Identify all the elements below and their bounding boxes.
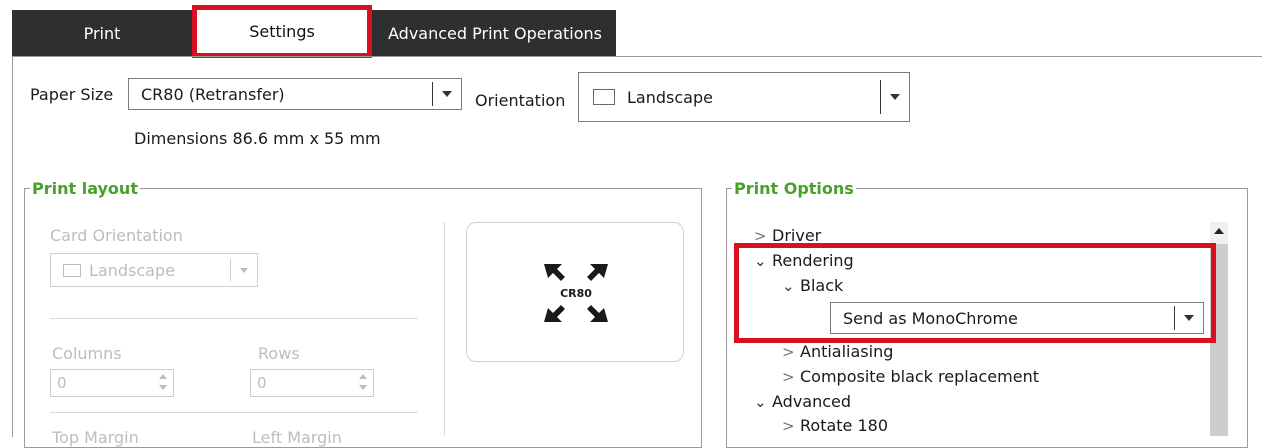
spin-down-icon[interactable] [359,385,367,390]
tree-item-antialiasing[interactable]: > Antialiasing [782,342,893,361]
tree-item-composite-black[interactable]: > Composite black replacement [782,367,1039,386]
chevron-down-icon[interactable] [433,91,461,97]
card-orientation-label: Card Orientation [50,226,183,245]
paper-size-value: CR80 (Retransfer) [141,84,285,104]
expand-icon: CR80 [544,264,608,322]
rows-value: 0 [257,374,267,392]
columns-label: Columns [52,344,122,363]
landscape-icon [593,89,615,105]
vertical-divider [444,222,445,436]
orientation-label: Orientation [475,91,566,110]
tab-print[interactable]: Print [12,10,192,56]
print-layout-title: Print layout [30,179,140,198]
tab-advanced-label: Advanced Print Operations [388,23,602,43]
card-size-label: CR80 [560,287,592,300]
orientation-value: Landscape [627,87,713,107]
scroll-up-icon[interactable] [1214,228,1224,234]
spin-up-icon[interactable] [159,374,167,379]
rows-label: Rows [258,344,300,363]
divider [50,412,418,413]
highlight-box [734,243,1216,343]
tab-settings[interactable]: Settings [192,5,372,58]
paper-size-label: Paper Size [30,85,114,104]
card-preview: CR80 [466,222,684,362]
spin-up-icon[interactable] [359,374,367,379]
landscape-icon [63,263,81,277]
tab-settings-label: Settings [249,22,315,41]
chevron-right-icon[interactable]: > [782,368,800,386]
orientation-select[interactable]: Landscape [578,72,910,122]
chevron-right-icon[interactable]: > [782,417,800,435]
paper-size-select[interactable]: CR80 (Retransfer) [128,78,462,110]
paper-dimensions: Dimensions 86.6 mm x 55 mm [134,129,381,148]
columns-value: 0 [57,374,67,392]
tab-advanced-print-operations[interactable]: Advanced Print Operations [374,10,616,56]
top-margin-label: Top Margin [52,428,139,447]
chevron-down-icon[interactable] [231,267,257,273]
card-orientation-value: Landscape [89,260,175,280]
tree-item-advanced[interactable]: ⌄ Advanced [754,392,851,411]
print-options-title: Print Options [732,179,856,198]
tab-print-label: Print [83,23,121,43]
spin-down-icon[interactable] [159,385,167,390]
left-margin-label: Left Margin [252,428,342,447]
tree-item-rotate-180[interactable]: > Rotate 180 [782,416,888,435]
chevron-down-icon[interactable]: ⌄ [754,393,772,411]
divider [50,318,418,319]
chevron-down-icon[interactable] [881,94,909,100]
rows-stepper[interactable]: 0 [250,369,374,397]
card-orientation-select[interactable]: Landscape [50,253,258,287]
chevron-right-icon[interactable]: > [782,343,800,361]
columns-stepper[interactable]: 0 [50,369,174,397]
